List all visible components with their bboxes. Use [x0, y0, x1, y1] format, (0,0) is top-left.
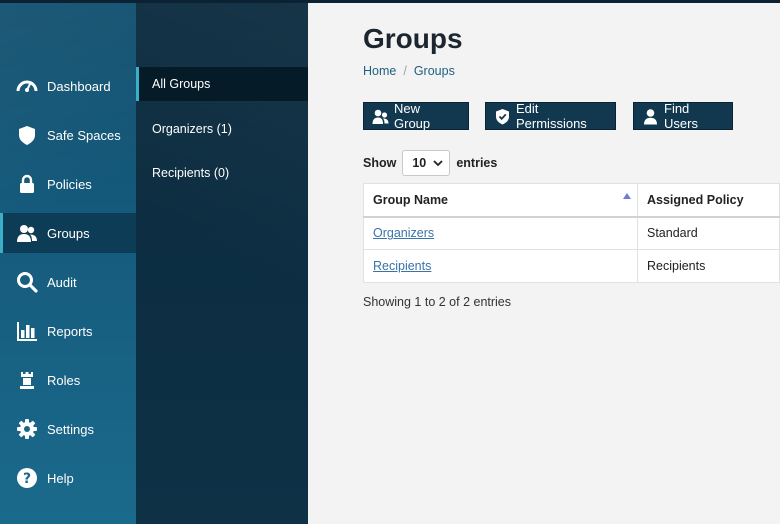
nav-item-dashboard[interactable]: Dashboard	[0, 66, 136, 106]
page-length-control: Show 10 entries	[363, 149, 497, 177]
nav-item-settings[interactable]: Settings	[0, 409, 136, 449]
breadcrumb-current[interactable]: Groups	[414, 64, 455, 78]
group-name-cell: Recipients	[363, 249, 638, 283]
user-add-icon	[372, 108, 389, 125]
subnav-item-all-groups[interactable]: All Groups	[136, 67, 308, 101]
gauge-icon	[16, 75, 38, 97]
table-info: Showing 1 to 2 of 2 entries	[363, 295, 512, 309]
svg-text:?: ?	[23, 471, 31, 487]
page-length-select[interactable]: 10	[402, 150, 451, 176]
table-row: Recipients Recipients	[363, 249, 780, 283]
breadcrumb-home[interactable]: Home	[363, 64, 396, 78]
column-header-group-name[interactable]: Group Name	[363, 183, 638, 218]
page-title: Groups	[363, 23, 463, 54]
table-row: Organizers Standard	[363, 216, 780, 250]
edit-permissions-button[interactable]: Edit Permissions	[485, 101, 616, 131]
nav-item-label: Audit	[47, 274, 77, 290]
nav-item-label: Reports	[47, 323, 93, 339]
table-header-row: Group Name Assigned Policy	[363, 183, 780, 218]
policy-cell: Standard	[637, 216, 780, 250]
nav-item-label: Dashboard	[47, 78, 111, 94]
group-link-recipients[interactable]: Recipients	[373, 259, 431, 273]
sort-ascending-icon	[623, 193, 631, 199]
nav-item-audit[interactable]: Audit	[0, 262, 136, 302]
breadcrumb-separator: /	[403, 64, 407, 78]
nav-item-label: Help	[47, 470, 74, 486]
chevron-down-icon	[433, 156, 443, 170]
shield-icon	[16, 124, 38, 146]
nav-item-policies[interactable]: Policies	[0, 164, 136, 204]
page-length-value: 10	[412, 156, 427, 170]
main-content: Groups Home / Groups New Group Edit Permis…	[308, 3, 780, 524]
groups-subnav: All Groups Organizers (1) Recipients (0)	[136, 3, 308, 524]
lock-icon	[16, 173, 38, 195]
nav-item-groups[interactable]: Groups	[0, 213, 136, 253]
gear-icon	[16, 418, 38, 440]
find-users-button[interactable]: Find Users	[633, 101, 733, 131]
nav-item-label: Policies	[47, 176, 92, 192]
new-group-button[interactable]: New Group	[363, 101, 469, 131]
nav-item-label: Roles	[47, 372, 81, 388]
column-header-assigned-policy[interactable]: Assigned Policy	[637, 183, 780, 218]
nav-item-reports[interactable]: Reports	[0, 311, 136, 351]
find-users-label: Find Users	[664, 101, 698, 131]
nav-item-label: Settings	[47, 421, 94, 437]
group-name-cell: Organizers	[363, 216, 638, 250]
nav-item-label: Groups	[47, 225, 90, 241]
user-icon	[642, 108, 659, 125]
show-label: Show	[363, 156, 397, 170]
group-link-organizers[interactable]: Organizers	[373, 226, 434, 240]
search-icon	[16, 271, 38, 293]
help-icon: ?	[16, 467, 38, 489]
chess-rook-icon	[16, 369, 38, 391]
nav-item-safe-spaces[interactable]: Safe Spaces	[0, 115, 136, 155]
breadcrumb: Home / Groups	[363, 64, 455, 78]
new-group-label: New Group	[394, 101, 431, 131]
nav-item-roles[interactable]: Roles	[0, 360, 136, 400]
nav-item-help[interactable]: ? Help	[0, 458, 136, 498]
subnav-item-recipients[interactable]: Recipients (0)	[136, 156, 308, 190]
subnav-item-organizers[interactable]: Organizers (1)	[136, 112, 308, 146]
bar-chart-icon	[16, 320, 38, 342]
main-sidebar: Dashboard Safe Spaces Policies Groups Au…	[0, 3, 136, 524]
users-icon	[16, 222, 38, 244]
nav-item-label: Safe Spaces	[47, 127, 121, 143]
groups-table: Group Name Assigned Policy Organizers St…	[363, 183, 780, 283]
entries-label: entries	[456, 156, 498, 170]
edit-permissions-label: Edit Permissions	[516, 101, 587, 131]
shield-check-icon	[494, 108, 511, 125]
policy-cell: Recipients	[637, 249, 780, 283]
